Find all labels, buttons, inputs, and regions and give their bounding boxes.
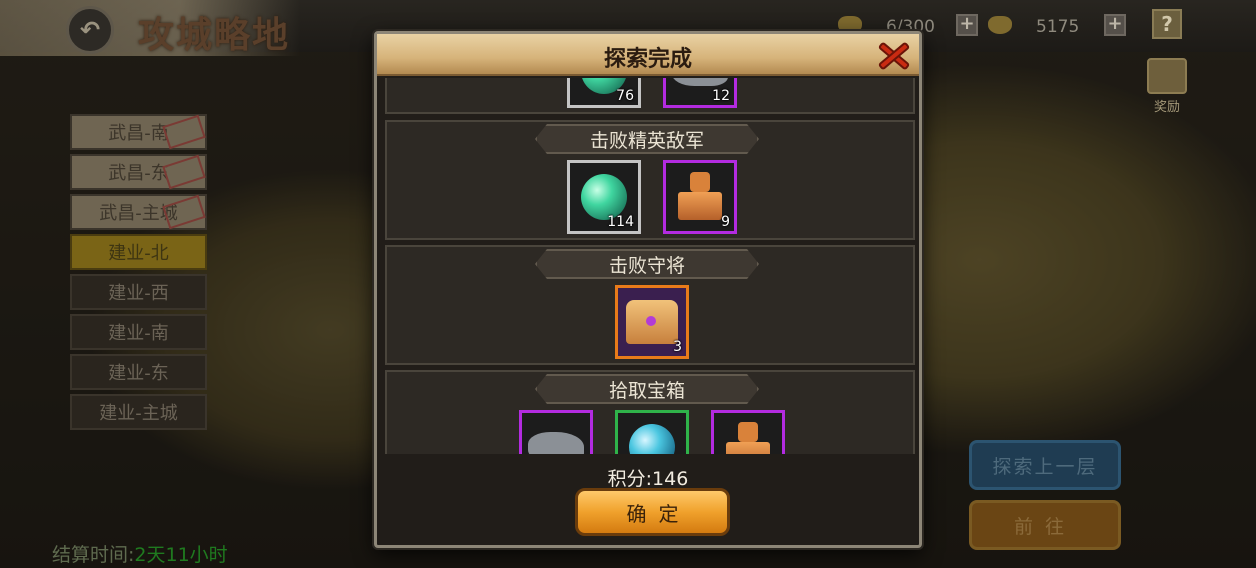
explore-complete-dialog: 探索完成 76 12 击败精英敌军 114 9 击败守将 3 拾取宝箱 积分:1… <box>374 31 922 548</box>
reward-item[interactable] <box>615 410 689 454</box>
explore-previous-layer-button[interactable]: 探索上一层 <box>969 440 1121 490</box>
stage-item[interactable]: 建业-主城 <box>70 394 207 430</box>
reward-item[interactable]: 9 <box>663 160 737 234</box>
score-text: 积分:146 <box>607 468 689 490</box>
gold-icon <box>988 16 1012 34</box>
stage-item[interactable]: 建业-西 <box>70 274 207 310</box>
settlement-time: 结算时间:2天11小时 <box>52 544 228 566</box>
beast-statue-icon <box>672 78 728 86</box>
section-title: 拾取宝箱 <box>535 374 759 404</box>
back-button[interactable]: ↶ <box>66 6 114 54</box>
treasure-chest-icon <box>626 300 678 344</box>
reward-items: 3 <box>387 285 915 359</box>
reward-item[interactable]: 3 <box>615 285 689 359</box>
stage-item[interactable]: 建业-东 <box>70 354 207 390</box>
seal-icon <box>726 422 770 454</box>
reward-section: 76 12 <box>385 78 915 114</box>
question-icon: ? <box>1161 12 1173 36</box>
section-title: 击败守将 <box>535 249 759 279</box>
reward-button[interactable]: 奖励 <box>1144 58 1190 115</box>
gift-box-icon <box>1147 58 1187 94</box>
stage-item[interactable]: 武昌-主城 <box>70 194 207 230</box>
stage-item-active[interactable]: 建业-北 <box>70 234 207 270</box>
stage-item[interactable]: 建业-南 <box>70 314 207 350</box>
back-arrow-icon: ↶ <box>79 16 101 44</box>
reward-item[interactable]: 114 <box>567 160 641 234</box>
stage-list: 武昌-南 武昌-东 武昌-主城 建业-北 建业-西 建业-南 建业-东 建业-主… <box>70 114 207 434</box>
cleared-stamp-icon <box>162 154 206 190</box>
help-button[interactable]: ? <box>1152 9 1182 39</box>
reward-section: 击败精英敌军 114 9 <box>385 120 915 240</box>
dialog-title: 探索完成 <box>603 47 692 72</box>
gold-value: 5175 <box>1036 17 1080 37</box>
cleared-stamp-icon <box>162 114 206 150</box>
reward-section: 击败守将 3 <box>385 245 915 365</box>
reward-items: 114 9 <box>387 160 915 234</box>
reward-item[interactable]: 76 <box>567 78 641 108</box>
reward-label: 奖励 <box>1153 100 1180 115</box>
beast-statue-icon <box>528 432 584 454</box>
page-title: 攻城略地 <box>138 14 291 56</box>
reward-item[interactable]: 12 <box>663 78 737 108</box>
stage-item[interactable]: 武昌-南 <box>70 114 207 150</box>
confirm-button[interactable]: 确定 <box>575 488 730 536</box>
stage-item[interactable]: 武昌-东 <box>70 154 207 190</box>
dialog-header: 探索完成 <box>377 34 919 76</box>
close-button[interactable] <box>875 40 911 72</box>
blue-orb-icon <box>629 424 675 454</box>
reward-items <box>387 410 915 454</box>
reward-items: 76 12 <box>387 78 915 108</box>
go-button[interactable]: 前往 <box>969 500 1121 550</box>
section-title: 击败精英敌军 <box>535 124 759 154</box>
seal-icon <box>678 172 722 222</box>
rewards-scroll-area[interactable]: 76 12 击败精英敌军 114 9 击败守将 3 拾取宝箱 <box>385 78 915 454</box>
reward-item[interactable] <box>519 410 593 454</box>
reward-section: 拾取宝箱 <box>385 370 915 454</box>
reward-item[interactable] <box>711 410 785 454</box>
add-stamina-button[interactable]: + <box>956 14 978 36</box>
add-gold-button[interactable]: + <box>1104 14 1126 36</box>
